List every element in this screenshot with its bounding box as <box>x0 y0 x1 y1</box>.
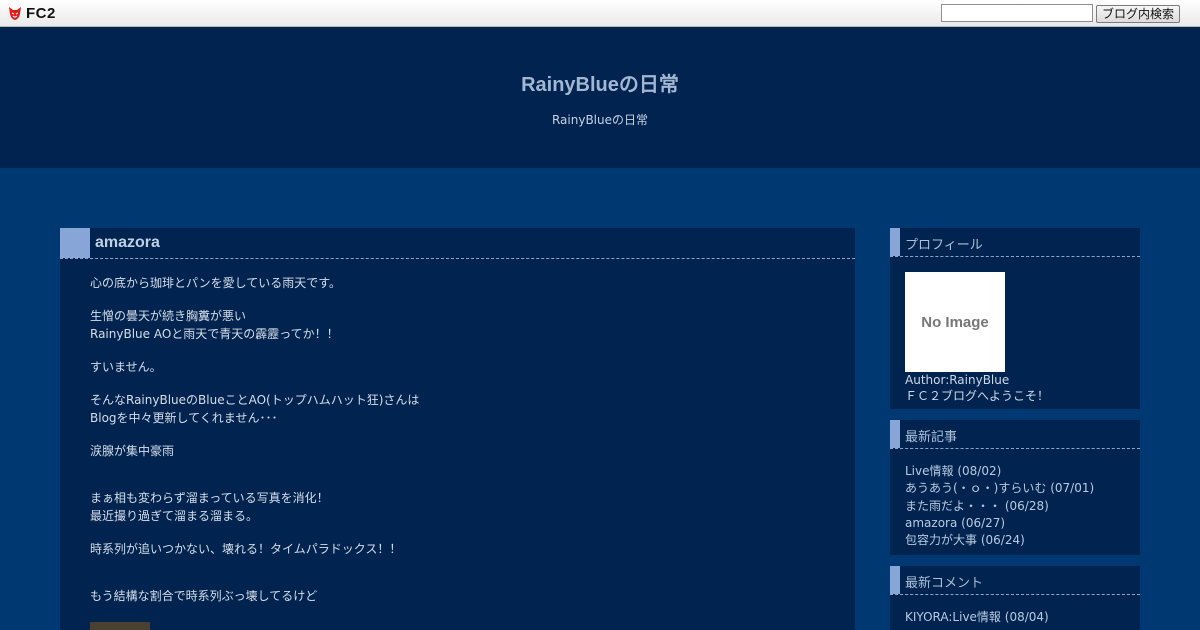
sidebar-heading-accent <box>890 420 900 448</box>
recent-comments-heading-label: 最新コメント <box>905 576 984 591</box>
recent-post-item: amazora (06/27) <box>905 515 1094 532</box>
recent-post-item: あうあう(・ｏ・)すらいむ (07/01) <box>905 480 1094 497</box>
recent-post-item: また雨だよ・・・ (06/28) <box>905 498 1094 515</box>
entry-paragraph: 涙腺が集中豪雨 <box>90 442 830 460</box>
blog-header: RainyBlueの日常 RainyBlueの日常 <box>0 27 1200 168</box>
sidebar-heading-accent <box>890 566 900 594</box>
entry-paragraph: 生憎の曇天が続き胸糞が悪い RainyBlue AOと雨天で青天の霹靂ってか！！ <box>90 307 830 343</box>
recent-post-item-date: (06/24) <box>980 533 1025 548</box>
entry-title[interactable]: amazora <box>95 234 160 252</box>
recent-post-item-date: (08/02) <box>957 464 1002 478</box>
entry-line: 生憎の曇天が続き胸糞が悪い <box>90 309 247 323</box>
sidebar-recent-posts: Live情報 (08/02) あうあう(・ｏ・)すらいむ (07/01) また雨だよ… <box>890 449 1140 555</box>
recent-post-item-date: (06/27) <box>961 515 1006 530</box>
entry-line: 時系列が追いつかない、壊れる！タイムパラドックス！！ <box>90 542 402 556</box>
entry-photo-thumbnail[interactable] <box>90 622 150 630</box>
fc2-header-bar: FC2 ブログ内検索 <box>0 0 1200 27</box>
sidebar-profile: No Image Author:RainyBlue ＦＣ２ブログへようこそ！ <box>890 257 1140 409</box>
entry-header: amazora <box>60 228 855 259</box>
recent-post-item-link[interactable]: Live情報 <box>905 464 954 478</box>
recent-posts-heading-label: 最新記事 <box>905 430 958 445</box>
entry-paragraph: すいません。 <box>90 358 830 376</box>
blog-search-button[interactable]: ブログ内検索 <box>1096 5 1180 23</box>
entry-line: まぁ相も変わらず溜まっている写真を消化！ <box>90 491 329 505</box>
entry-body: 心の底から珈琲とパンを愛している雨天です。 生憎の曇天が続き胸糞が悪い RainyB… <box>90 274 830 620</box>
entry-paragraph: そんなRainyBlueのBlueことAO(トップハムハット狂)さんは Blogを… <box>90 391 830 427</box>
recent-comment-item-date: (08/04) <box>1004 610 1049 624</box>
profile-avatar: No Image <box>905 272 1005 372</box>
entry-line: 最近撮り過ぎて溜まる溜まる。 <box>90 509 259 523</box>
entry-line: 心の底から珈琲とパンを愛している雨天です。 <box>90 276 342 290</box>
recent-post-item: Live情報 (08/02) <box>905 463 1094 480</box>
recent-comment-item-link[interactable]: KIYORA:Live情報 <box>905 610 1001 624</box>
recent-comment-item: KIYORA:Live情報 (08/04) <box>905 609 1049 626</box>
entry-line: 涙腺が集中豪雨 <box>90 444 175 458</box>
fc2-logo-text: FC2 <box>26 4 56 22</box>
recent-post-item-date: (06/28) <box>1004 498 1049 513</box>
entry-paragraph: まぁ相も変わらず溜まっている写真を消化！ 最近撮り過ぎて溜まる溜まる。 <box>90 489 830 525</box>
blog-title[interactable]: RainyBlueの日常 <box>0 68 1200 97</box>
blog-description: RainyBlueの日常 <box>551 113 649 127</box>
recent-posts-list: Live情報 (08/02) あうあう(・ｏ・)すらいむ (07/01) また雨だよ… <box>905 463 1094 549</box>
entry-line: RainyBlue AOと雨天で青天の霹靂ってか！！ <box>90 327 339 341</box>
profile-heading-label: プロフィール <box>905 238 983 253</box>
recent-post-item-date: (07/01) <box>1050 481 1095 496</box>
entry-line: そんなRainyBlueのBlueことAO(トップハムハット狂)さんは <box>90 393 420 407</box>
fc2-logo[interactable]: FC2 <box>7 4 56 22</box>
recent-post-item-link[interactable]: amazora <box>905 516 957 530</box>
entry-line: もう結構な割合で時系列ぶっ壊してるけど <box>90 589 318 603</box>
sidebar-recent-comments: KIYORA:Live情報 (08/04) <box>890 595 1140 630</box>
sidebar-profile-heading: プロフィール <box>890 228 1140 257</box>
entry-title-accent <box>60 228 90 258</box>
entry-line: すいません。 <box>90 360 162 374</box>
profile-author: Author:RainyBlue <box>905 373 1010 387</box>
blog-search-input[interactable] <box>941 4 1093 22</box>
recent-comments-list: KIYORA:Live情報 (08/04) <box>905 609 1049 626</box>
profile-welcome: ＦＣ２ブログへようこそ！ <box>905 389 1050 403</box>
entry-line: Blogを中々更新してくれません･･･ <box>90 411 278 425</box>
sidebar-recent-comments-heading: 最新コメント <box>890 566 1140 595</box>
recent-post-item-link[interactable]: 包容力が大事 <box>905 533 977 547</box>
sidebar-heading-accent <box>890 228 900 256</box>
profile-text: Author:RainyBlue ＦＣ２ブログへようこそ！ <box>905 372 1049 404</box>
entry-paragraph: もう結構な割合で時系列ぶっ壊してるけど <box>90 587 830 605</box>
entry-paragraph: 心の底から珈琲とパンを愛している雨天です。 <box>90 274 830 292</box>
entry-paragraph: 時系列が追いつかない、壊れる！タイムパラドックス！！ <box>90 540 830 558</box>
sidebar-recent-posts-heading: 最新記事 <box>890 420 1140 449</box>
blog-entry: amazora 心の底から珈琲とパンを愛している雨天です。 生憎の曇天が続き胸糞が… <box>60 228 855 630</box>
recent-post-item: 包容力が大事 (06/24) <box>905 532 1094 549</box>
recent-post-item-link[interactable]: また雨だよ・・・ <box>905 499 1001 513</box>
recent-post-item-link[interactable]: あうあう(・ｏ・)すらいむ <box>905 481 1046 495</box>
fc2-fox-icon <box>9 7 21 20</box>
